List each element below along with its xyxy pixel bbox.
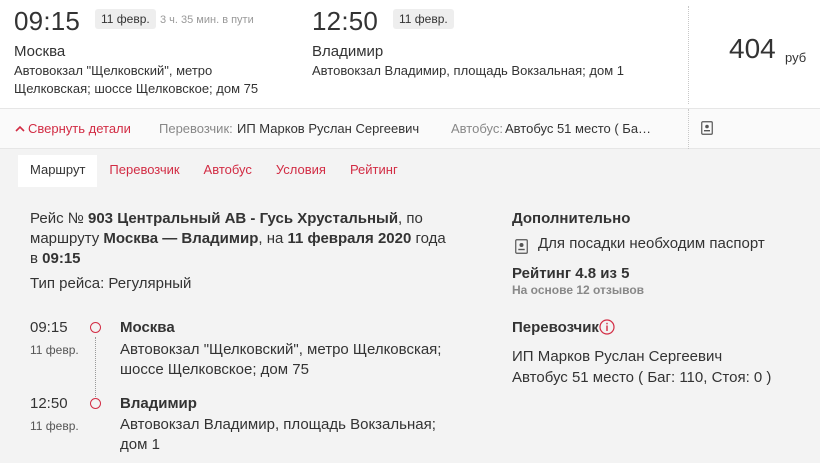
rating-sub: На основе 12 отзывов	[512, 283, 645, 297]
trip-date: 11 февраля 2020	[287, 230, 412, 247]
arrival-time: 12:50	[312, 6, 379, 36]
trip-number: 903 Центральный АВ - Гусь Хрустальный	[88, 210, 399, 227]
chevron-up-icon	[15, 125, 25, 132]
bus-label: Автобус:	[451, 121, 503, 136]
stop-address: Автовокзал "Щелковский", метро Щелковска…	[120, 341, 442, 378]
trip-desc-text: , на	[258, 230, 288, 247]
extra-title: Дополнительно	[512, 210, 631, 227]
carrier-title: Перевозчик	[512, 319, 599, 336]
header-divider	[688, 6, 689, 104]
details-tabs: Маршрут Перевозчик Автобус Условия Рейти…	[18, 155, 410, 187]
tab-bus[interactable]: Автобус	[192, 155, 264, 187]
departure-time: 09:15	[14, 6, 81, 36]
collapse-details-button[interactable]: Свернуть детали	[14, 121, 131, 136]
rating-title: Рейтинг 4.8 из 5	[512, 265, 630, 282]
departure-address-line1: Автовокзал "Щелковский", метро	[14, 63, 213, 78]
tab-conditions[interactable]: Условия	[264, 155, 338, 187]
carrier-value: ИП Марков Руслан Сергеевич	[237, 121, 420, 136]
route-name: Москва — Владимир	[103, 230, 259, 247]
info-icon[interactable]	[599, 319, 615, 335]
stop-time: 12:50	[30, 395, 68, 412]
arrival-address: Автовокзал Владимир, площадь Вокзальная;…	[312, 63, 624, 78]
bar-divider	[688, 109, 689, 149]
stop-date: 11 февр.	[30, 343, 79, 357]
carrier-label: Перевозчик:	[159, 121, 233, 136]
tab-route[interactable]: Маршрут	[18, 155, 98, 187]
stop-marker	[90, 322, 101, 333]
arrival-city: Владимир	[312, 43, 384, 60]
trip-description: Рейс № 903 Центральный АВ - Гусь Хрустал…	[30, 209, 450, 269]
tab-rating[interactable]: Рейтинг	[338, 155, 410, 187]
price-amount: 404	[729, 33, 776, 64]
bus-value: Автобус 51 место ( Ба…	[505, 121, 652, 136]
route-line	[95, 337, 96, 399]
passport-note: Для посадки необходим паспорт	[538, 235, 765, 252]
stop-marker	[90, 398, 101, 409]
trip-time: 09:15	[42, 250, 81, 267]
departure-address-line2: Щелковская; шоссе Щелковское; дом 75	[14, 81, 259, 96]
arrival-date-badge: 11 февр.	[393, 9, 454, 29]
departure-date-badge: 11 февр.	[95, 9, 156, 29]
passport-icon	[701, 121, 713, 135]
passport-icon	[515, 239, 528, 254]
tab-carrier[interactable]: Перевозчик	[97, 155, 191, 187]
price-currency: руб	[785, 50, 807, 65]
details-panel: Маршрут Перевозчик Автобус Условия Рейти…	[0, 149, 820, 463]
trip-duration: 3 ч. 35 мин. в пути	[160, 14, 254, 26]
carrier-name: ИП Марков Руслан Сергеевич	[512, 348, 723, 365]
stop-city: Владимир	[120, 395, 197, 412]
trip-desc-prefix: Рейс №	[30, 210, 88, 227]
stop-city: Москва	[120, 319, 175, 336]
stop-date: 11 февр.	[30, 419, 79, 433]
collapse-details-label: Свернуть детали	[28, 121, 131, 136]
details-bar: Свернуть детали Перевозчик: ИП Марков Ру…	[0, 108, 820, 149]
stop-address: Автовокзал Владимир, площадь Вокзальная;…	[120, 416, 436, 453]
trip-header: 09:15 11 февр. 3 ч. 35 мин. в пути Москв…	[0, 0, 820, 108]
stop-time: 09:15	[30, 319, 68, 336]
departure-city: Москва	[14, 43, 66, 60]
bus-info: Автобус 51 место ( Баг: 110, Стоя: 0 )	[512, 369, 772, 386]
trip-type: Тип рейса: Регулярный	[30, 275, 192, 292]
